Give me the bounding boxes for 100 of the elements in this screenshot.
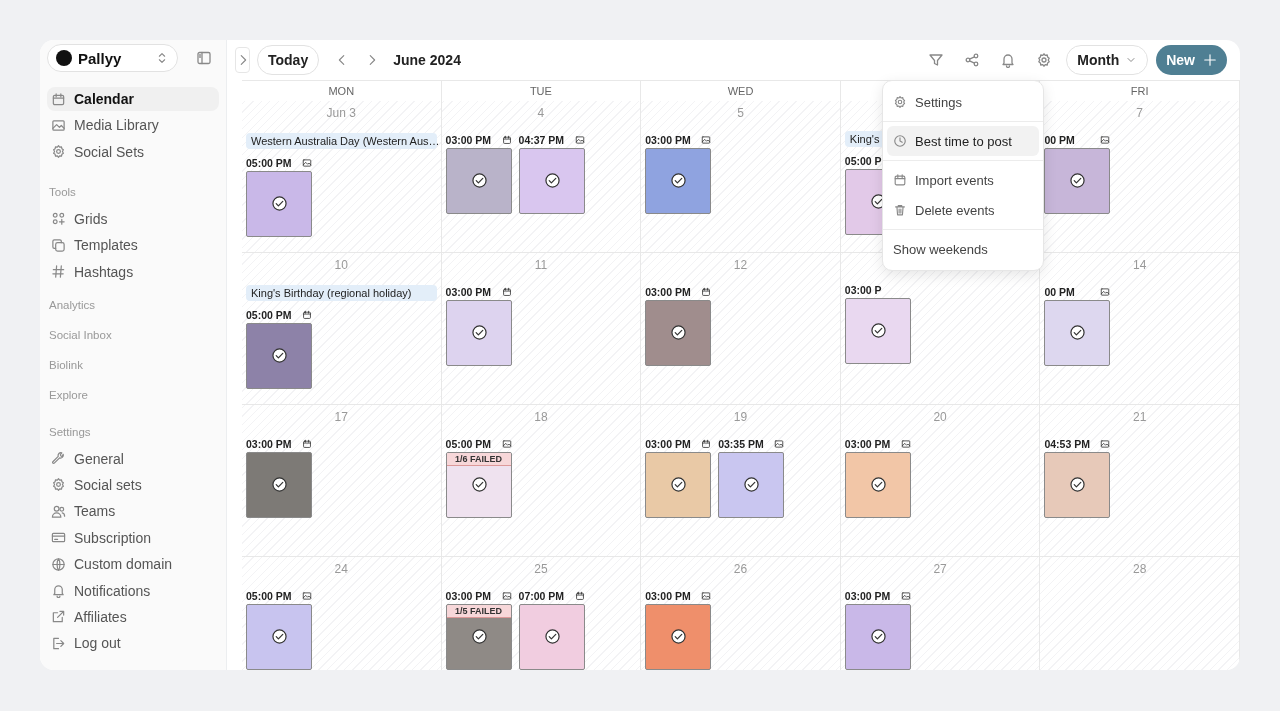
image-icon (1100, 287, 1111, 297)
section-title: Settings (48, 424, 92, 440)
image-icon (302, 158, 312, 168)
wrench-icon (51, 451, 66, 467)
post-thumbnail[interactable] (518, 604, 585, 670)
post-thumbnail[interactable] (844, 298, 911, 364)
copy-icon (51, 237, 66, 253)
post-thumbnail[interactable] (246, 604, 312, 670)
post-thumbnail[interactable] (518, 148, 585, 214)
check-icon (471, 173, 487, 188)
menu-item[interactable]: Best time to post (887, 126, 1039, 156)
check-icon (671, 629, 687, 644)
external-link-icon (51, 609, 66, 625)
post-thumbnail[interactable] (1044, 148, 1111, 214)
check-icon (671, 325, 687, 340)
menu-item[interactable]: Import events (887, 165, 1039, 195)
users-icon (51, 503, 66, 519)
check-icon (1070, 477, 1086, 492)
post-thumbnail[interactable] (246, 452, 312, 518)
notifications-button[interactable] (1000, 52, 1017, 68)
nav-item[interactable]: Grids (47, 206, 219, 231)
weekday-label: FRI (1130, 85, 1149, 97)
view-dropdown[interactable]: Month (1066, 45, 1149, 75)
nav-item[interactable]: Custom domain (47, 552, 219, 577)
nav-item[interactable]: Media Library (47, 113, 219, 138)
nav-item[interactable]: Subscription (47, 525, 219, 550)
day-number: 10 (334, 258, 348, 273)
new-button[interactable]: New (1156, 45, 1227, 75)
post-time: 05:00 PM (246, 309, 292, 321)
share-button[interactable] (964, 52, 981, 68)
logo-icon (56, 50, 72, 66)
post-thumbnail[interactable] (445, 148, 512, 214)
menu-item[interactable]: Show weekends (887, 234, 1039, 264)
post-thumbnail[interactable] (844, 604, 911, 670)
day-number: 19 (733, 410, 748, 425)
post-time: 03:00 PM (645, 134, 691, 146)
post-thumbnail[interactable] (246, 323, 312, 389)
post-thumbnail[interactable] (445, 300, 512, 366)
nav-item[interactable]: Affiliates (47, 604, 219, 629)
image-icon (51, 117, 66, 133)
check-icon (870, 477, 886, 492)
check-icon (744, 477, 760, 492)
post-thumbnail[interactable] (246, 171, 312, 237)
check-icon (544, 173, 560, 188)
post-time: 07:00 PM (518, 590, 565, 602)
image-icon (900, 439, 911, 449)
day-number: 21 (1133, 410, 1147, 425)
filter-icon (928, 52, 945, 68)
check-icon (1070, 173, 1086, 188)
filter-button[interactable] (928, 52, 945, 68)
globe-icon (51, 556, 66, 572)
post-thumbnail[interactable] (645, 148, 712, 214)
workspace-switcher[interactable]: Pallyy (47, 44, 178, 72)
bell-icon (51, 583, 66, 598)
sidebar-toggle-icon[interactable] (196, 50, 212, 66)
logout-icon (51, 635, 66, 651)
image-icon (1100, 135, 1111, 145)
today-button[interactable]: Today (257, 45, 320, 75)
settings-icon (893, 95, 907, 109)
post-thumbnail[interactable]: 1/5 FAILED (445, 604, 512, 670)
post-thumbnail[interactable] (645, 452, 712, 518)
nav-item[interactable]: General (47, 446, 219, 471)
bell-icon (1000, 52, 1017, 68)
expand-button[interactable] (235, 47, 250, 73)
nav-item[interactable]: Log out (47, 631, 219, 656)
weekday-label: TUE (529, 85, 552, 97)
post-time: 00 PM (1044, 134, 1075, 146)
post-time: 03:00 PM (445, 134, 492, 146)
post-time: 03:00 PM (246, 438, 292, 450)
image-icon (701, 591, 712, 601)
check-icon (471, 477, 487, 492)
nav-item[interactable]: Templates (47, 233, 219, 258)
menu-item[interactable]: Settings (887, 87, 1039, 117)
image-icon (501, 591, 512, 601)
check-icon (272, 348, 287, 363)
nav-item[interactable]: Social sets (47, 472, 219, 497)
post-thumbnail[interactable] (718, 452, 785, 518)
nav-item[interactable]: Calendar (47, 87, 219, 111)
post-thumbnail[interactable]: 1/6 FAILED (445, 452, 512, 518)
post-thumbnail[interactable] (645, 604, 712, 670)
hash-icon (51, 264, 66, 280)
settings-icon (1036, 52, 1053, 68)
nav-item[interactable]: Teams (47, 499, 219, 524)
post-thumbnail[interactable] (844, 452, 911, 518)
settings-button[interactable] (1036, 52, 1053, 68)
nav-item[interactable]: Hashtags (47, 259, 219, 284)
check-icon (870, 323, 886, 338)
menu-item[interactable]: Delete events (887, 195, 1039, 225)
check-icon (671, 477, 687, 492)
check-icon (544, 629, 560, 644)
holiday-event[interactable]: King's Birthday (regional holiday) (246, 285, 437, 301)
post-thumbnail[interactable] (645, 300, 712, 366)
holiday-event[interactable]: Western Australia Day (Western Aus… (246, 133, 437, 149)
post-time: 03:00 PM (645, 590, 691, 602)
nav-item[interactable]: Notifications (47, 578, 219, 603)
post-thumbnail[interactable] (1044, 300, 1111, 366)
check-icon (471, 325, 487, 340)
post-thumbnail[interactable] (1044, 452, 1111, 518)
day-number: 12 (733, 258, 748, 273)
nav-item[interactable]: Social Sets (47, 139, 219, 164)
